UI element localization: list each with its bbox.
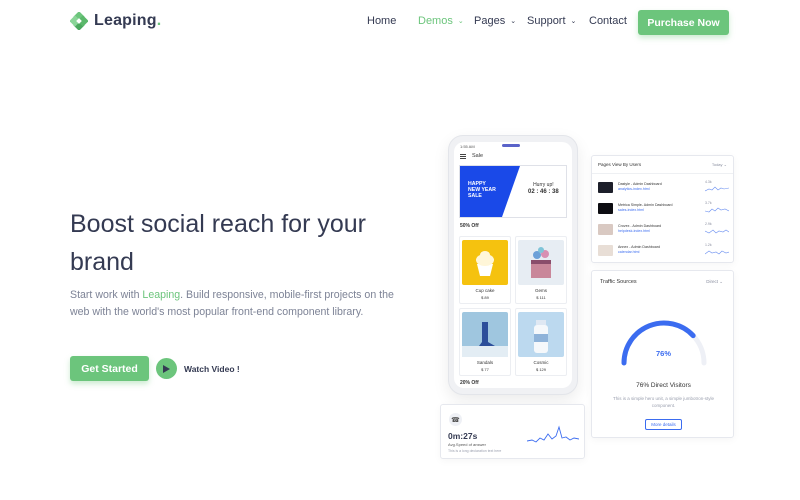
get-started-button[interactable]: Get Started bbox=[70, 356, 149, 381]
more-details-button[interactable]: More details bbox=[645, 419, 682, 430]
nav-home-label: Home bbox=[367, 15, 397, 27]
product-price: $ 89 bbox=[481, 295, 489, 300]
product-card[interactable]: Cup cake $ 89 bbox=[459, 236, 511, 304]
page-thumbnail bbox=[598, 223, 613, 235]
nav-demos-label: Demos bbox=[418, 15, 453, 27]
phone-status-bar: 1:55 AM bbox=[454, 142, 572, 151]
nav-support-label: Support bbox=[527, 15, 566, 27]
purchase-now-button[interactable]: Purchase Now bbox=[638, 10, 729, 35]
page-sparkline: 4.3k bbox=[704, 180, 730, 193]
page-thumbnail bbox=[598, 202, 613, 214]
chevron-down-icon: ⌄ bbox=[457, 18, 464, 25]
phone-status-time: 1:55 AM bbox=[460, 144, 475, 149]
gauge-value: 76% bbox=[655, 349, 671, 358]
product-price: $ 77 bbox=[481, 367, 489, 372]
product-name: Sandals bbox=[476, 360, 494, 365]
product-name: Cosmic bbox=[533, 360, 549, 365]
menu-icon[interactable] bbox=[460, 153, 466, 159]
logo-diamond-icon bbox=[69, 11, 89, 31]
banner-text: HAPPY NEW YEAR SALE bbox=[468, 181, 496, 199]
product-name: Gems bbox=[534, 288, 547, 293]
speed-description: This is a long declaration text here bbox=[448, 449, 502, 453]
page-sparkline: 1.2k bbox=[704, 243, 730, 256]
nav-contact[interactable]: Contact bbox=[589, 15, 627, 27]
page-views-value: 4.3k bbox=[705, 180, 712, 184]
page-sparkline: 2.9k bbox=[704, 222, 730, 235]
pages-row[interactable]: Dastyle - Admin Dashboard analytics-index… bbox=[598, 180, 730, 194]
nav-demos[interactable]: Demos ⌄ bbox=[418, 15, 474, 27]
nav-contact-label: Contact bbox=[589, 15, 627, 27]
play-icon[interactable] bbox=[156, 358, 177, 379]
speed-label: Avg.Speed of answer bbox=[448, 442, 486, 447]
page-views-value: 2.9k bbox=[705, 222, 712, 226]
hero-title: Boost social reach for your brand bbox=[70, 210, 366, 276]
traffic-subtext: This is a simple hero unit, a simple jum… bbox=[612, 396, 715, 408]
main-nav: Home Demos ⌄ Pages ⌄ Support ⌄ Contact bbox=[367, 15, 627, 27]
nav-pages[interactable]: Pages ⌄ bbox=[474, 15, 527, 27]
logo[interactable]: Leaping. bbox=[69, 11, 162, 31]
phone-header: Sale bbox=[454, 151, 572, 161]
traffic-card-filter[interactable]: Direct ⌄ bbox=[706, 279, 723, 285]
product-name: Cup cake bbox=[475, 288, 495, 293]
pages-row[interactable]: Crovex - Admin Dashboard helpdesk-index.h… bbox=[598, 222, 730, 236]
page-thumbnail bbox=[598, 244, 613, 256]
product-card[interactable]: Sandals $ 77 bbox=[459, 308, 511, 376]
page-sparkline: 3.7k bbox=[704, 201, 730, 214]
pages-card-filter[interactable]: Today ⌄ bbox=[712, 162, 727, 167]
pages-card-header: Pages View By Users Today ⌄ bbox=[592, 156, 733, 174]
traffic-sources-card: Traffic Sources Direct ⌄ 76% 76% Direct … bbox=[591, 270, 734, 438]
countdown-timer: 02 : 46 : 38 bbox=[528, 189, 559, 195]
watch-video-button[interactable]: Watch Video ! bbox=[156, 358, 240, 379]
product-image bbox=[518, 312, 564, 357]
discount-label-20: 20% Off bbox=[460, 380, 479, 386]
product-price: $ 111 bbox=[536, 295, 546, 300]
nav-pages-label: Pages bbox=[474, 15, 506, 27]
chevron-down-icon: ⌄ bbox=[570, 18, 577, 25]
product-card[interactable]: Cosmic $ 129 bbox=[515, 308, 567, 376]
logo-dot: . bbox=[156, 12, 162, 29]
traffic-headline: 76% Direct Visitors bbox=[636, 382, 691, 389]
page-thumbnail bbox=[598, 181, 613, 193]
hero-brand-link[interactable]: Leaping bbox=[142, 289, 180, 301]
pages-card-title: Pages View By Users bbox=[598, 162, 642, 167]
hero-text-before: Start work with bbox=[70, 289, 143, 301]
traffic-gauge bbox=[621, 320, 707, 366]
answer-speed-card: ☎ 0m:27s Avg.Speed of answer This is a l… bbox=[440, 404, 585, 459]
chevron-down-icon: ⌄ bbox=[510, 18, 517, 25]
pages-row[interactable]: Annex - Admin Dashboard calendar.html 1.2… bbox=[598, 243, 730, 257]
speed-value: 0m:27s bbox=[448, 431, 478, 441]
product-price: $ 129 bbox=[535, 367, 546, 372]
nav-home[interactable]: Home bbox=[367, 15, 418, 27]
page-link[interactable]: analytics-index.html bbox=[618, 187, 690, 192]
traffic-card-title: Traffic Sources bbox=[600, 279, 637, 285]
banner-line-3: SALE bbox=[468, 193, 482, 199]
phone-header-title: Sale bbox=[472, 153, 484, 159]
speed-sparkline bbox=[527, 425, 579, 443]
watch-video-label: Watch Video ! bbox=[184, 363, 240, 374]
nav-support[interactable]: Support ⌄ bbox=[527, 15, 589, 27]
phone-mockup: 1:55 AM Sale HAPPY NEW YEAR SALE Hurry u… bbox=[448, 135, 578, 395]
phone-icon: ☎ bbox=[449, 413, 462, 426]
hero-description: Start work with Leaping. Build responsiv… bbox=[70, 287, 400, 320]
banner-countdown: Hurry up! 02 : 46 : 38 bbox=[528, 182, 559, 196]
product-image bbox=[518, 240, 564, 285]
pages-row[interactable]: Metrica Simple- Admin Dashboard sales-ind… bbox=[598, 201, 730, 215]
page-views-value: 1.2k bbox=[705, 243, 712, 247]
discount-label-50: 50% Off bbox=[460, 223, 479, 229]
phone-notch bbox=[502, 144, 520, 147]
page-views-value: 3.7k bbox=[705, 201, 712, 205]
page-link[interactable]: helpdesk-index.html bbox=[618, 229, 690, 234]
page-link[interactable]: calendar.html bbox=[618, 250, 690, 255]
product-grid: Cup cake $ 89 Gems $ 111 Sandals $ 77 Co… bbox=[459, 236, 567, 376]
page-link[interactable]: sales-index.html bbox=[618, 208, 690, 213]
product-image bbox=[462, 312, 508, 357]
pages-view-card: Pages View By Users Today ⌄ Dastyle - Ad… bbox=[591, 155, 734, 263]
product-card[interactable]: Gems $ 111 bbox=[515, 236, 567, 304]
logo-text: Leaping bbox=[94, 12, 157, 29]
sale-banner[interactable]: HAPPY NEW YEAR SALE Hurry up! 02 : 46 : … bbox=[459, 165, 567, 218]
hurry-text: Hurry up! bbox=[533, 182, 554, 188]
product-image bbox=[462, 240, 508, 285]
phone-screen: 1:55 AM Sale HAPPY NEW YEAR SALE Hurry u… bbox=[454, 142, 572, 388]
